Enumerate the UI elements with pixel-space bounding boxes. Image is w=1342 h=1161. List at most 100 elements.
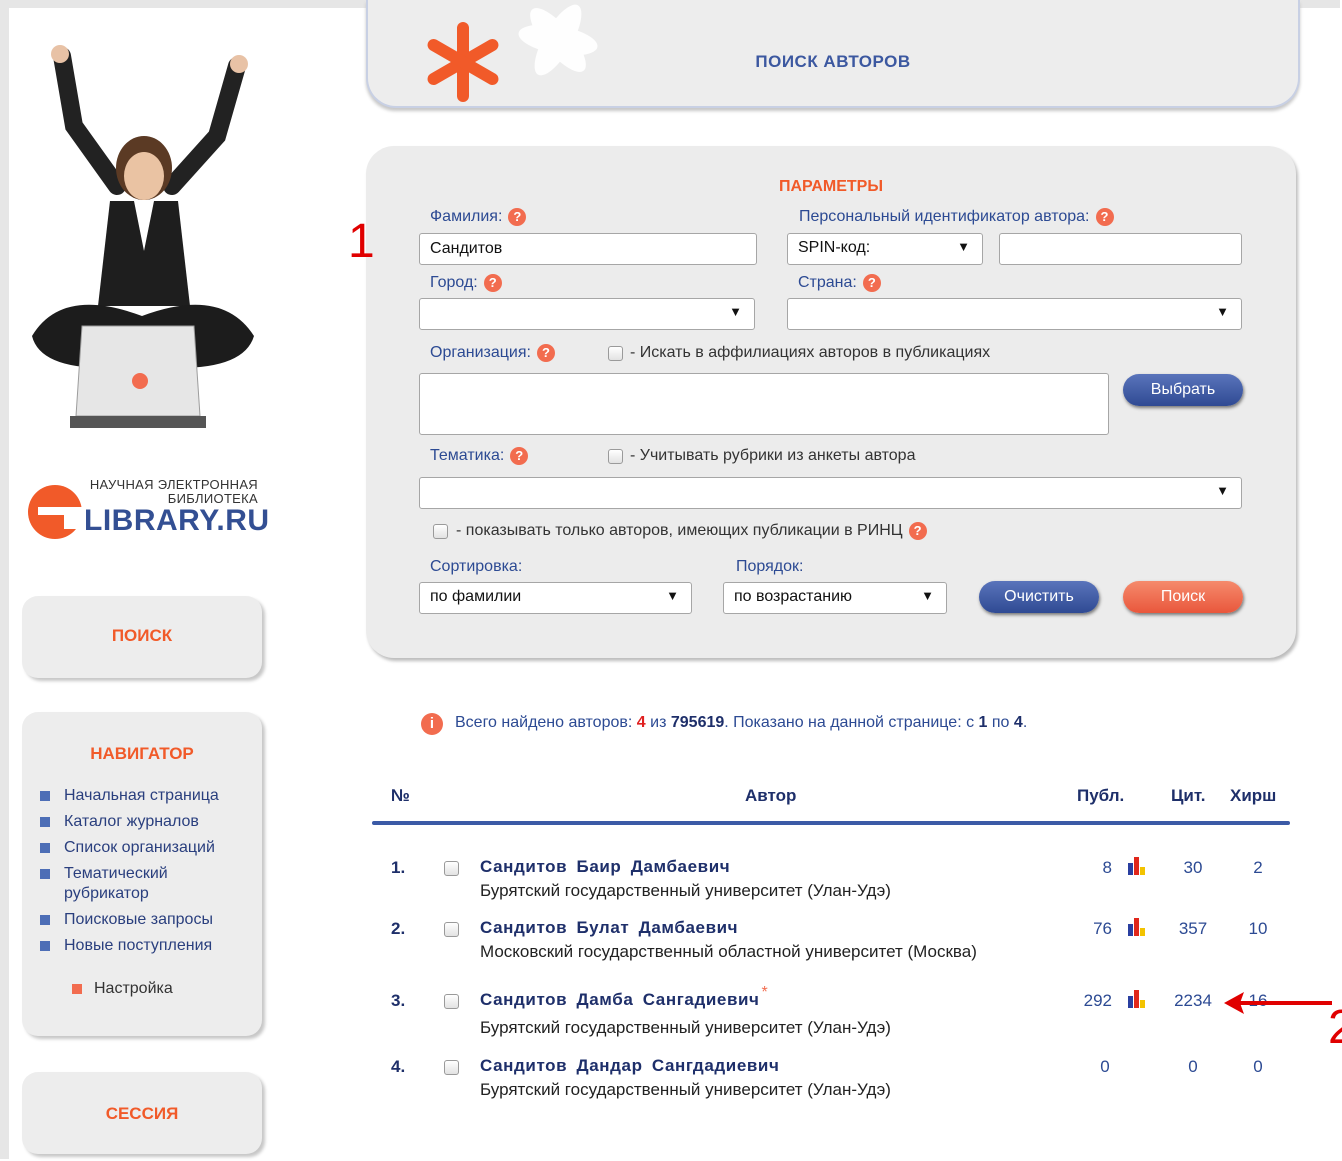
elibrary-logo[interactable]: НАУЧНАЯ ЭЛЕКТРОННАЯ БИБЛИОТЕКА LIBRARY.R… — [24, 472, 269, 542]
hirsch-index: 10 — [1248, 919, 1268, 938]
session-panel[interactable]: СЕССИЯ — [22, 1072, 262, 1154]
row-checkbox[interactable] — [444, 861, 459, 876]
search-panel[interactable]: ПОИСК — [22, 596, 262, 678]
author-name-wrapper: Сандитов Дамба Сангадиевич * — [480, 984, 768, 1010]
page-header: ПОИСК АВТОРОВ — [366, 0, 1300, 108]
navigator-title: НАВИГАТОР — [90, 744, 194, 763]
nav-item-queries[interactable]: Поисковые запросы — [40, 910, 250, 930]
organization-textarea[interactable] — [419, 373, 1109, 435]
nav-item-organizations[interactable]: Список организаций — [40, 838, 250, 858]
bar-chart-icon[interactable] — [1127, 857, 1147, 875]
choose-organization-button[interactable]: Выбрать — [1123, 374, 1243, 406]
nav-item-rubricator[interactable]: Тематический рубрикатор — [40, 864, 200, 904]
organization-label: Организация:? — [430, 344, 555, 362]
affiliation-checkbox-label: - Искать в аффилиациях авторов в публика… — [630, 344, 991, 361]
bar-chart-icon[interactable] — [1127, 990, 1147, 1008]
logo-subtitle: НАУЧНАЯ ЭЛЕКТРОННАЯ БИБЛИОТЕКА — [89, 477, 258, 506]
col-header-hirsch[interactable]: Хирш — [1230, 786, 1276, 806]
row-checkbox[interactable] — [444, 1060, 459, 1075]
id-type-select[interactable]: SPIN-код: ▼ — [787, 233, 983, 265]
header-divider — [372, 821, 1290, 825]
help-icon[interactable]: ? — [483, 274, 502, 292]
col-header-cites[interactable]: Цит. — [1171, 786, 1205, 806]
publications-count[interactable]: 292 — [1060, 991, 1112, 1011]
row-checkbox[interactable] — [444, 994, 459, 1009]
session-title[interactable]: СЕССИЯ — [22, 1104, 262, 1124]
country-select[interactable]: ▼ — [787, 298, 1242, 330]
citations-count[interactable]: 30 — [1163, 858, 1223, 878]
search-panel-title[interactable]: ПОИСК — [22, 626, 262, 646]
rinc-only-label: - показывать только авторов, имеющих пуб… — [456, 522, 927, 540]
author-organization: Московский государственный областной уни… — [480, 942, 977, 961]
topic-select[interactable]: ▼ — [419, 477, 1242, 509]
annotation-1: 1 — [348, 215, 375, 268]
country-label: Страна:? — [798, 274, 881, 292]
info-icon: i — [421, 713, 443, 735]
chevron-down-icon: ▼ — [1216, 304, 1229, 319]
citations-count[interactable]: 2234 — [1163, 991, 1223, 1011]
bullet-icon — [40, 869, 50, 879]
help-icon[interactable]: ? — [536, 344, 555, 362]
city-select[interactable]: ▼ — [419, 298, 755, 330]
logo-brand: LIBRARY.RU — [84, 504, 270, 537]
chevron-down-icon: ▼ — [729, 304, 742, 319]
topic-checkbox[interactable] — [608, 449, 623, 464]
col-header-author[interactable]: Автор — [745, 786, 796, 806]
bullet-icon — [40, 843, 50, 853]
help-icon[interactable]: ? — [510, 447, 529, 465]
author-name-link[interactable]: Сандитов Дандар Сангдадиевич — [480, 1056, 779, 1076]
search-button[interactable]: Поиск — [1123, 581, 1243, 613]
nav-item-journals[interactable]: Каталог журналов — [40, 812, 250, 832]
surname-input[interactable]: Сандитов — [419, 233, 757, 265]
city-label: Город:? — [430, 274, 502, 292]
chevron-down-icon: ▼ — [1216, 483, 1229, 498]
author-name-link[interactable]: Сандитов Дамба Сангадиевич — [480, 990, 760, 1010]
topic-checkbox-label: - Учитывать рубрики из анкеты автора — [630, 447, 916, 464]
publications-count[interactable]: 0 — [1080, 1057, 1130, 1077]
affiliation-checkbox[interactable] — [608, 346, 623, 361]
bullet-icon — [40, 791, 50, 801]
rinc-only-checkbox[interactable] — [433, 524, 448, 539]
col-header-num[interactable]: № — [391, 786, 410, 806]
annotation-2: 2 — [1328, 1001, 1342, 1054]
annotation-arrow-icon — [1224, 992, 1332, 1014]
chevron-down-icon: ▼ — [666, 588, 679, 603]
nav-item-new[interactable]: Новые поступления — [40, 936, 250, 956]
sort-label: Сортировка: — [430, 558, 523, 575]
logo-e-icon — [28, 485, 86, 539]
personal-id-label: Персональный идентификатор автора:? — [799, 208, 1114, 226]
publications-count[interactable]: 76 — [1060, 919, 1112, 939]
hero-illustration — [22, 36, 262, 436]
chevron-down-icon: ▼ — [957, 239, 970, 254]
personal-id-input[interactable] — [999, 233, 1242, 265]
bar-chart-icon[interactable] — [1127, 918, 1147, 936]
search-params-panel: ПАРАМЕТРЫ Фамилия:? Сандитов Персональны… — [366, 146, 1296, 658]
navigator-panel: НАВИГАТОР Начальная страница Каталог жур… — [22, 712, 262, 1036]
params-title: ПАРАМЕТРЫ — [779, 178, 883, 195]
row-number: 4. — [391, 1057, 406, 1076]
order-select[interactable]: по возрастанию ▼ — [723, 582, 947, 614]
citations-count[interactable]: 357 — [1163, 919, 1223, 939]
chevron-down-icon: ▼ — [921, 588, 934, 603]
sort-select[interactable]: по фамилии ▼ — [419, 582, 692, 614]
help-icon[interactable]: ? — [862, 274, 881, 292]
page-title: ПОИСК АВТОРОВ — [755, 52, 911, 71]
profile-star-icon: * — [761, 984, 768, 1001]
help-icon[interactable]: ? — [908, 522, 927, 540]
publications-count[interactable]: 8 — [1060, 858, 1112, 878]
col-header-pubs[interactable]: Публ. — [1077, 786, 1124, 806]
results-summary: Всего найдено авторов: 4 из 795619. Пока… — [455, 714, 1028, 731]
author-name-link[interactable]: Сандитов Булат Дамбаевич — [480, 918, 738, 938]
author-name-link[interactable]: Сандитов Баир Дамбаевич — [480, 857, 730, 877]
help-icon[interactable]: ? — [1095, 208, 1114, 226]
nav-item-settings[interactable]: Настройка — [72, 980, 173, 998]
author-organization: Бурятский государственный университет (У… — [480, 1080, 891, 1099]
row-number: 2. — [391, 919, 406, 938]
help-icon[interactable]: ? — [508, 208, 527, 226]
bullet-icon — [40, 817, 50, 827]
nav-item-home[interactable]: Начальная страница — [40, 786, 250, 806]
row-checkbox[interactable] — [444, 922, 459, 937]
clear-button[interactable]: Очистить — [979, 581, 1099, 613]
row-number: 1. — [391, 858, 406, 877]
citations-count[interactable]: 0 — [1163, 1057, 1223, 1077]
